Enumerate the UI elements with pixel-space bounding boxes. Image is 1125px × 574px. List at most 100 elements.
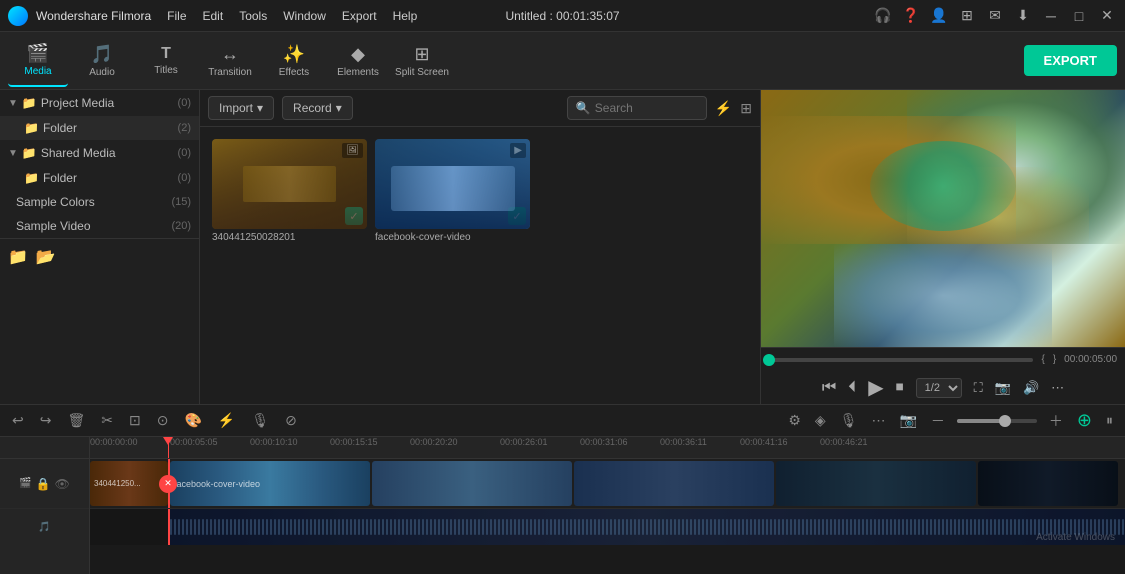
zoom-out-tl-icon[interactable]: － bbox=[927, 409, 949, 433]
menu-file[interactable]: File bbox=[167, 9, 186, 23]
zoom-fill bbox=[957, 419, 1005, 423]
preview-bracket-in[interactable]: { bbox=[1041, 354, 1044, 365]
effects-icon: ✨ bbox=[283, 44, 305, 65]
download-icon[interactable]: ⬇ bbox=[1013, 6, 1033, 26]
mark-icon[interactable]: ◈ bbox=[811, 410, 830, 431]
ruler-time-5: 00:00:26:01 bbox=[500, 437, 548, 447]
timeline-main: 00:00:00:00 00:00:05:05 00:00:10:10 00:0… bbox=[90, 437, 1125, 574]
clip-block[interactable] bbox=[978, 461, 1118, 506]
color-button[interactable]: 🎨 bbox=[180, 410, 205, 431]
filter-icon[interactable]: ⚡ bbox=[715, 100, 732, 117]
record-audio-icon[interactable]: 🎙 bbox=[836, 410, 862, 431]
redo-button[interactable]: ↪ bbox=[36, 410, 56, 431]
sidebar-item-sample-video[interactable]: Sample Video (20) bbox=[0, 214, 199, 238]
transition-icon: ↔ bbox=[221, 44, 239, 65]
tab-media[interactable]: 🎬 Media bbox=[8, 35, 68, 87]
import-button[interactable]: Import ▾ bbox=[208, 96, 274, 120]
speed-select[interactable]: 1/2 bbox=[916, 378, 962, 398]
clip-block[interactable] bbox=[574, 461, 774, 506]
tab-transition[interactable]: ↔ Transition bbox=[200, 35, 260, 87]
split-button[interactable]: ⊘ bbox=[281, 410, 301, 431]
speed-button[interactable]: ⚡ bbox=[214, 410, 239, 431]
zoom-in-tl-icon[interactable]: ＋ bbox=[1045, 409, 1067, 433]
window-controls: 🎧 ❓ 👤 ⊞ ✉ ⬇ ─ □ ✕ bbox=[873, 6, 1117, 26]
add-track-icon[interactable]: ⊕ bbox=[1073, 408, 1096, 433]
audio-button[interactable]: 🎙 bbox=[247, 410, 273, 431]
play-back-button[interactable]: ⏴ bbox=[848, 379, 856, 397]
mail-icon[interactable]: ✉ bbox=[985, 6, 1005, 26]
minimize-button[interactable]: ─ bbox=[1041, 6, 1061, 26]
folder-icon: 📁 bbox=[24, 171, 39, 185]
clip-block[interactable] bbox=[776, 461, 976, 506]
tab-audio[interactable]: 🎵 Audio bbox=[72, 35, 132, 87]
folder-count: (2) bbox=[178, 122, 191, 134]
sidebar-section-shared-media-header[interactable]: ▼ 📁 Shared Media (0) bbox=[0, 140, 199, 166]
clip-label: 340441250... bbox=[90, 479, 141, 488]
media-thumbnail[interactable]: 🖼 ✓ bbox=[212, 139, 367, 229]
tab-effects[interactable]: ✨ Effects bbox=[264, 35, 324, 87]
sidebar-item-sample-colors[interactable]: Sample Colors (15) bbox=[0, 190, 199, 214]
lock-track-button[interactable]: 🔒 bbox=[36, 477, 51, 491]
search-box: 🔍 bbox=[567, 96, 707, 120]
play-button[interactable]: ▶ bbox=[868, 375, 883, 400]
question-icon[interactable]: ❓ bbox=[901, 6, 921, 26]
stabilize-button[interactable]: ⊙ bbox=[153, 410, 173, 431]
split-screen-icon: ⊞ bbox=[414, 44, 429, 65]
delete-button[interactable]: 🗑 bbox=[63, 410, 89, 431]
menu-edit[interactable]: Edit bbox=[203, 9, 224, 23]
zoom-slider[interactable] bbox=[957, 419, 1037, 423]
grid-icon[interactable]: ⊞ bbox=[957, 6, 977, 26]
sidebar: ▼ 📁 Project Media (0) 📁 Folder (2) ▼ 📁 S… bbox=[0, 90, 200, 404]
ruler-time-6: 00:00:31:06 bbox=[580, 437, 628, 447]
preview-video bbox=[761, 90, 1125, 347]
ruler-time-2: 00:00:10:10 bbox=[250, 437, 298, 447]
headset-icon[interactable]: 🎧 bbox=[873, 6, 893, 26]
search-input[interactable] bbox=[595, 101, 695, 115]
more-settings-icon[interactable]: ⋯ bbox=[1051, 380, 1064, 396]
new-folder-icon[interactable]: 📁 bbox=[8, 247, 28, 267]
cut-button[interactable]: ✂ bbox=[97, 410, 117, 431]
ruler-time-3: 00:00:15:15 bbox=[330, 437, 378, 447]
split-view-icon[interactable]: ⏸ bbox=[1102, 410, 1117, 431]
menu-window[interactable]: Window bbox=[283, 9, 326, 23]
zoom-thumb[interactable] bbox=[999, 415, 1011, 427]
prev-frame-button[interactable]: ⏮ bbox=[822, 379, 836, 397]
close-button[interactable]: ✕ bbox=[1097, 6, 1117, 26]
media-item: ▶ ✓ facebook-cover-video bbox=[375, 139, 530, 243]
clip-block[interactable]: facebook-cover-video bbox=[170, 461, 370, 506]
new-collection-icon[interactable]: 📂 bbox=[36, 247, 56, 267]
snapshot-button[interactable]: 📷 bbox=[995, 380, 1011, 396]
stop-button[interactable]: ⏹ bbox=[896, 379, 904, 397]
menu-export[interactable]: Export bbox=[342, 9, 377, 23]
progress-thumb[interactable] bbox=[763, 354, 775, 366]
clip-block[interactable]: 340441250... bbox=[90, 461, 168, 506]
eye-track-button[interactable]: 👁 bbox=[55, 477, 70, 491]
chevron-down-icon: ▾ bbox=[336, 101, 342, 115]
preview-bracket-out[interactable]: } bbox=[1053, 354, 1056, 365]
sidebar-item-folder2[interactable]: 📁 Folder (0) bbox=[0, 166, 199, 190]
user-icon[interactable]: 👤 bbox=[929, 6, 949, 26]
volume-button[interactable]: 🔊 bbox=[1023, 380, 1039, 396]
settings-icon[interactable]: ⚙ bbox=[784, 410, 805, 431]
sidebar-section-project-media-header[interactable]: ▼ 📁 Project Media (0) bbox=[0, 90, 199, 116]
grid-view-icon[interactable]: ⊞ bbox=[740, 100, 752, 117]
crop-button[interactable]: ⊡ bbox=[125, 410, 145, 431]
sidebar-item-folder[interactable]: 📁 Folder (2) bbox=[0, 116, 199, 140]
timeline: ↩ ↪ 🗑 ✂ ⊡ ⊙ 🎨 ⚡ 🎙 ⊘ ⚙ ◈ 🎙 ⋯ 📷 － ＋ ⊕ ⏸ bbox=[0, 404, 1125, 574]
tab-titles[interactable]: T Titles bbox=[136, 35, 196, 87]
tab-split-screen[interactable]: ⊞ Split Screen bbox=[392, 35, 452, 87]
maximize-button[interactable]: □ bbox=[1069, 6, 1089, 26]
undo-button[interactable]: ↩ bbox=[8, 410, 28, 431]
menu-tools[interactable]: Tools bbox=[239, 9, 267, 23]
more-icon[interactable]: ⋯ bbox=[867, 410, 889, 431]
media-thumbnail[interactable]: ▶ ✓ bbox=[375, 139, 530, 229]
export-button[interactable]: EXPORT bbox=[1024, 45, 1117, 76]
record-button[interactable]: Record ▾ bbox=[282, 96, 353, 120]
fullscreen-button[interactable]: ⛶ bbox=[974, 380, 983, 396]
ruler-time-7: 00:00:36:11 bbox=[660, 437, 707, 447]
tab-elements[interactable]: ◆ Elements bbox=[328, 35, 388, 87]
menu-help[interactable]: Help bbox=[393, 9, 418, 23]
clip-block[interactable] bbox=[372, 461, 572, 506]
preview-progress-bar[interactable] bbox=[769, 358, 1033, 362]
snapshot-tl-icon[interactable]: 📷 bbox=[895, 410, 920, 431]
